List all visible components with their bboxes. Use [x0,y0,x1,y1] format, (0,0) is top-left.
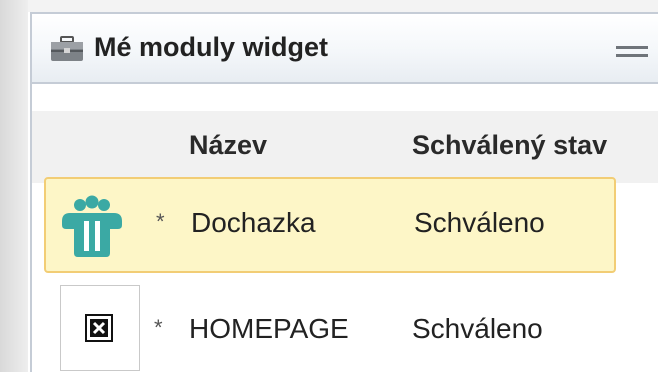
table-row[interactable]: * HOMEPAGE Schváleno [44,285,658,372]
briefcase-icon [51,36,83,61]
required-marker: * [156,209,165,234]
widget-title: Mé moduly widget [94,32,329,62]
approval-state: Schváleno [412,313,543,344]
widget-header[interactable]: Mé moduly widget [32,12,658,84]
column-header-approval-state[interactable]: Schválený stav [412,130,607,161]
left-rail [0,0,28,372]
module-name[interactable]: HOMEPAGE [189,313,349,345]
module-name[interactable]: Dochazka [191,207,316,239]
page: Mé moduly widget Název Schválený stav * … [0,0,658,372]
table-header: Název Schválený stav [32,111,658,183]
broken-image-icon [85,314,113,342]
my-modules-widget: Mé moduly widget Název Schválený stav * … [30,12,658,372]
required-marker: * [154,315,163,340]
column-header-name[interactable]: Název [189,130,267,161]
menu-icon[interactable] [616,46,648,60]
people-app-icon [62,195,122,257]
approval-state: Schváleno [414,207,545,238]
top-strip [0,0,658,12]
table-row[interactable]: * Dochazka Schváleno [44,177,616,273]
module-icon-frame [60,285,140,371]
